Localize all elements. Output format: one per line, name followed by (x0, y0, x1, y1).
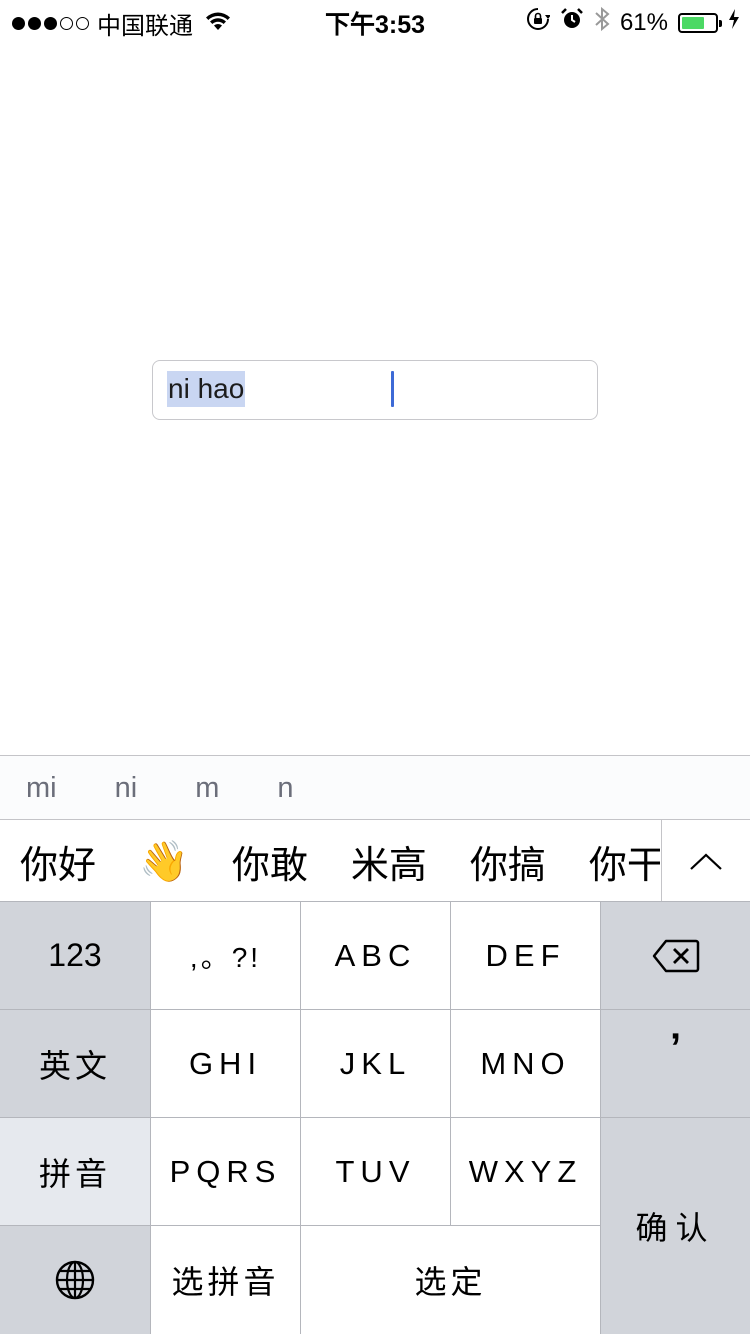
marked-text: ni hao (167, 371, 246, 407)
key-label: ’ (669, 1026, 682, 1070)
def-key[interactable]: DEF (451, 901, 601, 1009)
pinyin-options-bar: mi ni m n (0, 755, 750, 819)
expand-candidates-button[interactable] (661, 820, 750, 902)
pinyin-key[interactable]: 拼音 (0, 1117, 151, 1225)
battery-cap (719, 19, 722, 27)
pqrs-key[interactable]: PQRS (151, 1117, 301, 1225)
punctuation-key[interactable]: ,。?! (151, 901, 301, 1009)
candidate-word[interactable]: 你敢 (232, 834, 308, 889)
key-label: 拼音 (38, 1155, 111, 1192)
battery-icon (678, 12, 722, 33)
pinyin-option[interactable]: m (195, 772, 219, 805)
key-label: 英文 (38, 1047, 111, 1084)
key-label: 确认 (635, 1210, 716, 1246)
battery-fill (682, 16, 704, 29)
english-key[interactable]: 英文 (0, 1009, 151, 1117)
backspace-icon (652, 939, 699, 972)
key-label: ,。?! (189, 941, 262, 973)
wxyz-key[interactable]: WXYZ (451, 1117, 601, 1225)
battery-percent: 61% (619, 8, 668, 36)
text-input[interactable]: ni hao (152, 360, 598, 420)
key-label: ABC (334, 937, 417, 973)
select-pinyin-key[interactable]: 选拼音 (151, 1225, 301, 1334)
delete-key[interactable] (601, 901, 750, 1009)
globe-key[interactable] (0, 1225, 151, 1334)
candidate-emoji[interactable]: 👋 (139, 838, 189, 885)
key-label: PQRS (169, 1153, 282, 1189)
abc-key[interactable]: ABC (301, 901, 451, 1009)
key-label: TUV (335, 1153, 416, 1189)
mno-key[interactable]: MNO (451, 1009, 601, 1117)
key-label: 123 (48, 937, 102, 973)
candidate-list: 你好 👋 你敢 米高 你搞 你干 (20, 820, 660, 902)
candidate-word[interactable]: 米高 (351, 834, 427, 889)
key-label: WXYZ (468, 1153, 583, 1189)
candidate-word[interactable]: 你干 (589, 834, 660, 889)
candidate-word[interactable]: 你搞 (470, 834, 546, 889)
pinyin-option[interactable]: mi (26, 772, 57, 805)
text-caret (391, 371, 394, 407)
select-key[interactable]: 选定 (301, 1225, 601, 1334)
key-label: GHI (188, 1045, 263, 1081)
tuv-key[interactable]: TUV (301, 1117, 451, 1225)
candidate-word[interactable]: 你好 (20, 834, 96, 889)
pinyin-option[interactable]: ni (115, 772, 138, 805)
key-label: MNO (480, 1045, 571, 1081)
rotation-lock-icon (526, 7, 551, 38)
key-label: 选拼音 (171, 1264, 280, 1300)
globe-icon (55, 1260, 95, 1300)
key-label: JKL (339, 1045, 412, 1081)
status-bar: 中国联通 下午3:53 61% (0, 0, 750, 40)
ghi-key[interactable]: GHI (151, 1009, 301, 1117)
apostrophe-key[interactable]: ’ (601, 1009, 750, 1117)
candidate-bar: 你好 👋 你敢 米高 你搞 你干 (0, 819, 750, 902)
jkl-key[interactable]: JKL (301, 1009, 451, 1117)
charging-bolt-icon (728, 8, 740, 37)
pinyin-option[interactable]: n (277, 772, 293, 805)
key-label: 选定 (414, 1264, 487, 1300)
numbers-key[interactable]: 123 (0, 901, 151, 1009)
chevron-up-icon (690, 853, 722, 870)
alarm-icon (560, 7, 584, 38)
bluetooth-icon (594, 6, 610, 39)
key-label: DEF (485, 937, 566, 973)
status-right: 61% (526, 6, 740, 39)
confirm-key[interactable]: 确认 (601, 1117, 750, 1334)
